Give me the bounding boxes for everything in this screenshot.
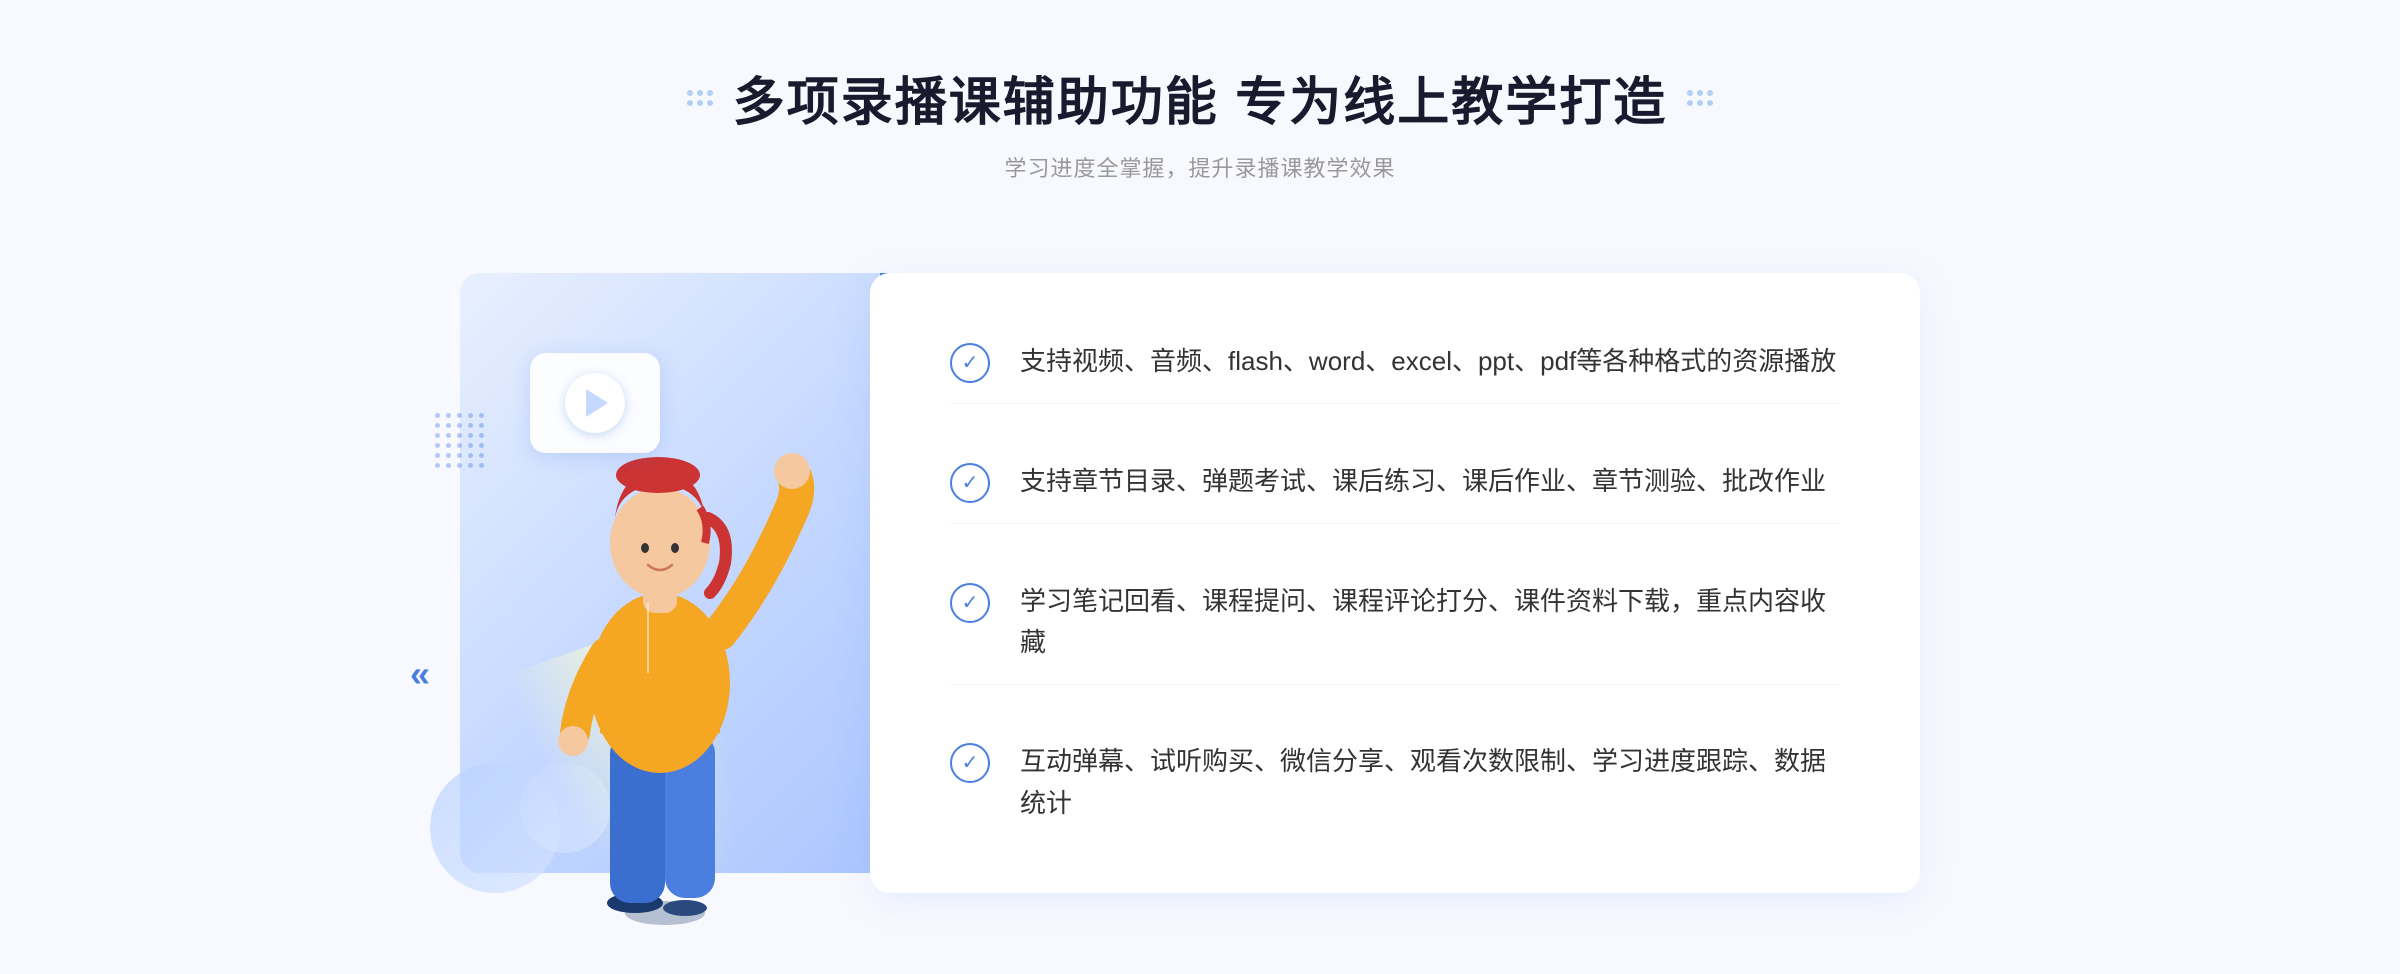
check-icon-1: ✓ bbox=[950, 343, 990, 383]
play-bubble-inner bbox=[530, 353, 660, 453]
feature-item-2: ✓ 支持章节目录、弹题考试、课后练习、课后作业、章节测验、批改作业 bbox=[950, 441, 1840, 524]
checkmark-2: ✓ bbox=[962, 473, 979, 493]
check-icon-4: ✓ bbox=[950, 743, 990, 783]
header-section: 多项录播课辅助功能 专为线上教学打造 学习进度全掌握，提升录播课教学效果 bbox=[687, 0, 1713, 183]
feature-text-3: 学习笔记回看、课程提问、课程评论打分、课件资料下载，重点内容收藏 bbox=[1020, 581, 1840, 664]
checkmark-1: ✓ bbox=[962, 353, 979, 373]
feature-item-1: ✓ 支持视频、音频、flash、word、excel、ppt、pdf等各种格式的… bbox=[950, 321, 1840, 404]
check-icon-3: ✓ bbox=[950, 583, 990, 623]
play-icon-circle bbox=[565, 373, 625, 433]
feature-item-3: ✓ 学习笔记回看、课程提问、课程评论打分、课件资料下载，重点内容收藏 bbox=[950, 561, 1840, 685]
chevron-left-icon: « bbox=[410, 653, 430, 695]
play-bubble bbox=[530, 353, 660, 463]
checkmark-3: ✓ bbox=[962, 593, 979, 613]
play-triangle-icon bbox=[586, 389, 608, 417]
check-icon-2: ✓ bbox=[950, 463, 990, 503]
checkmark-4: ✓ bbox=[962, 753, 979, 773]
dots-stripe-decoration bbox=[435, 413, 484, 473]
feature-text-4: 互动弹幕、试听购买、微信分享、观看次数限制、学习进度跟踪、数据统计 bbox=[1020, 741, 1840, 824]
feature-text-2: 支持章节目录、弹题考试、课后练习、课后作业、章节测验、批改作业 bbox=[1020, 461, 1826, 503]
page-title: 多项录播课辅助功能 专为线上教学打造 bbox=[733, 60, 1667, 135]
header-title-wrapper: 多项录播课辅助功能 专为线上教学打造 bbox=[687, 60, 1713, 135]
page-subtitle: 学习进度全掌握，提升录播课教学效果 bbox=[687, 151, 1713, 183]
features-card: ✓ 支持视频、音频、flash、word、excel、ppt、pdf等各种格式的… bbox=[870, 273, 1920, 893]
feature-item-4: ✓ 互动弹幕、试听购买、微信分享、观看次数限制、学习进度跟踪、数据统计 bbox=[950, 721, 1840, 844]
title-dots-left bbox=[687, 90, 713, 106]
main-content: « bbox=[400, 233, 2000, 933]
title-dots-right bbox=[1687, 90, 1713, 106]
feature-text-1: 支持视频、音频、flash、word、excel、ppt、pdf等各种格式的资源… bbox=[1020, 341, 1836, 383]
page-container: 多项录播课辅助功能 专为线上教学打造 学习进度全掌握，提升录播课教学效果 bbox=[0, 0, 2400, 974]
